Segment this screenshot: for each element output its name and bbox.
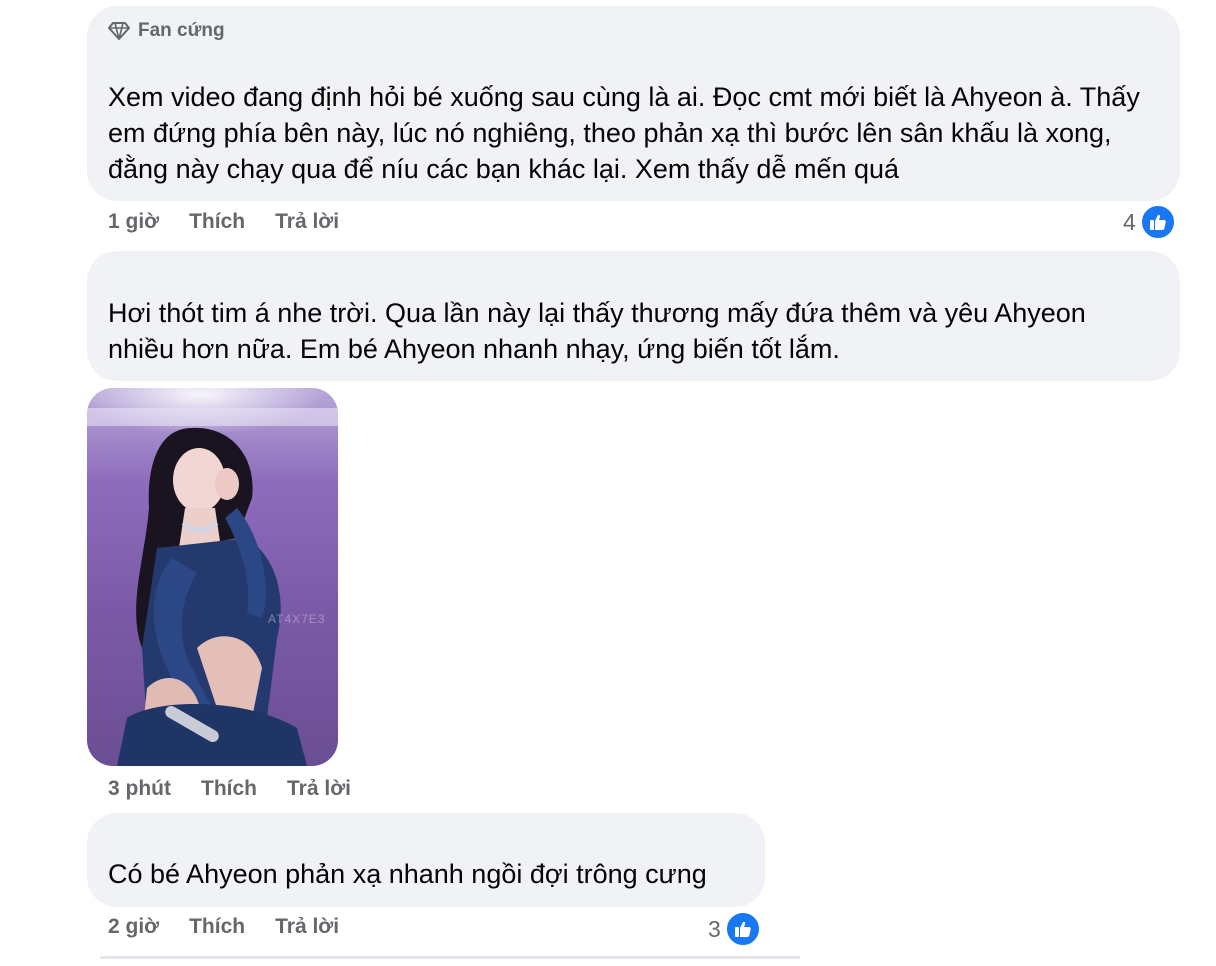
reaction-summary[interactable]: 4 [1123,204,1176,240]
badge-label: Fan cứng [138,20,225,41]
comment-photo[interactable] [87,388,338,766]
reply-button[interactable]: Trả lời [275,915,339,939]
like-button[interactable]: Thích [189,915,245,939]
comment-timestamp[interactable]: 3 phút [108,777,171,801]
comment-actions: 1 giờ Thích Trả lời [108,210,369,234]
comment-text: Hơi thót tim á nhe trời. Qua lần này lại… [108,298,1086,364]
comment-text: Xem video đang định hỏi bé xuống sau cùn… [108,82,1140,184]
comment-timestamp[interactable]: 2 giờ [108,915,159,939]
like-icon [724,911,761,947]
comment-actions: 3 phút Thích Trả lời [108,777,381,801]
divider [100,956,800,959]
like-button[interactable]: Thích [201,777,257,801]
comment-timestamp[interactable]: 1 giờ [108,210,159,234]
reply-button[interactable]: Trả lời [287,777,351,801]
top-fan-badge: Fan cứng [108,20,225,42]
reaction-count: 4 [1123,208,1136,235]
like-icon [1139,204,1176,240]
comment-actions: 2 giờ Thích Trả lời [108,915,369,939]
diamond-icon [108,21,130,41]
comment-text: Có bé Ahyeon phản xạ nhanh ngồi đợi trôn… [108,859,707,889]
reaction-summary[interactable]: 3 [708,911,761,947]
reply-button[interactable]: Trả lời [275,210,339,234]
reaction-count: 3 [708,915,721,942]
like-button[interactable]: Thích [189,210,245,234]
